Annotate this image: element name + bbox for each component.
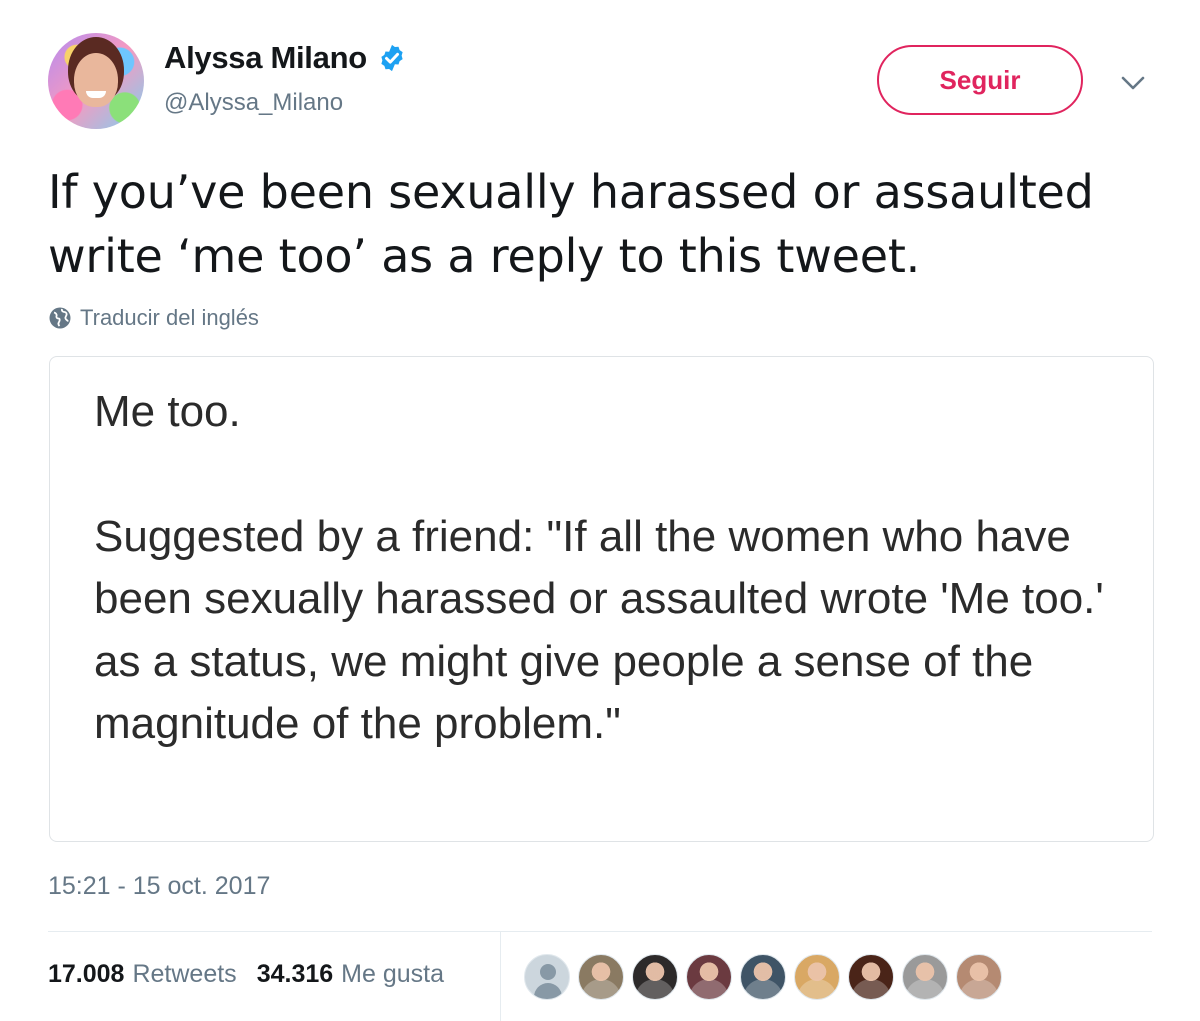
liker-avatar[interactable]	[740, 954, 786, 1000]
verified-badge-icon	[381, 44, 403, 72]
liker-avatar[interactable]	[848, 954, 894, 1000]
retweets-count: 17.008	[48, 960, 125, 988]
liker-avatars	[524, 954, 1010, 1000]
liker-avatar[interactable]	[686, 954, 732, 1000]
liker-avatar[interactable]	[524, 954, 570, 1000]
liker-avatar[interactable]	[956, 954, 1002, 1000]
translate-label: Traducir del inglés	[80, 305, 259, 330]
tweet-text: If you’ve been sexually harassed or assa…	[48, 165, 1094, 283]
tweet-stats: 17.008 Retweets 34.316 Me gusta	[48, 960, 464, 989]
author-name-row[interactable]: Alyssa Milano	[164, 40, 407, 76]
stats-divider	[48, 931, 1152, 932]
liker-avatar[interactable]	[794, 954, 840, 1000]
translate-link[interactable]: Traducir del inglés	[48, 305, 259, 331]
likes-stat[interactable]: 34.316 Me gusta	[257, 960, 444, 989]
liker-avatar[interactable]	[632, 954, 678, 1000]
likes-count: 34.316	[256, 960, 334, 988]
image-text-spacer	[94, 444, 1134, 506]
liker-avatar[interactable]	[578, 954, 624, 1000]
likes-label: Me gusta	[341, 960, 444, 988]
attached-image-card[interactable]: Me too. Suggested by a friend: "If all t…	[49, 356, 1154, 842]
tweet-timestamp[interactable]: 15:21 - 15 oct. 2017	[48, 872, 270, 901]
tweet: Alyssa Milano @Alyssa_Milano Seguir If y…	[0, 0, 1200, 1021]
retweets-stat[interactable]: 17.008 Retweets	[48, 960, 237, 989]
attached-image-text: Me too. Suggested by a friend: "If all t…	[94, 381, 1134, 756]
follow-button[interactable]: Seguir	[877, 45, 1083, 115]
chevron-down-icon[interactable]	[1118, 70, 1148, 96]
image-text-line1: Me too.	[94, 387, 241, 436]
liker-avatar[interactable]	[902, 954, 948, 1000]
author-avatar[interactable]	[48, 33, 144, 129]
image-text-paragraph: Suggested by a friend: "If all the women…	[94, 511, 1104, 749]
author-handle[interactable]: @Alyssa_Milano	[164, 89, 343, 117]
retweets-label: Retweets	[132, 960, 237, 988]
stats-vertical-divider	[500, 932, 501, 1021]
author-display-name[interactable]: Alyssa Milano	[164, 40, 367, 76]
avatar-face	[74, 53, 118, 107]
globe-icon	[49, 307, 71, 329]
